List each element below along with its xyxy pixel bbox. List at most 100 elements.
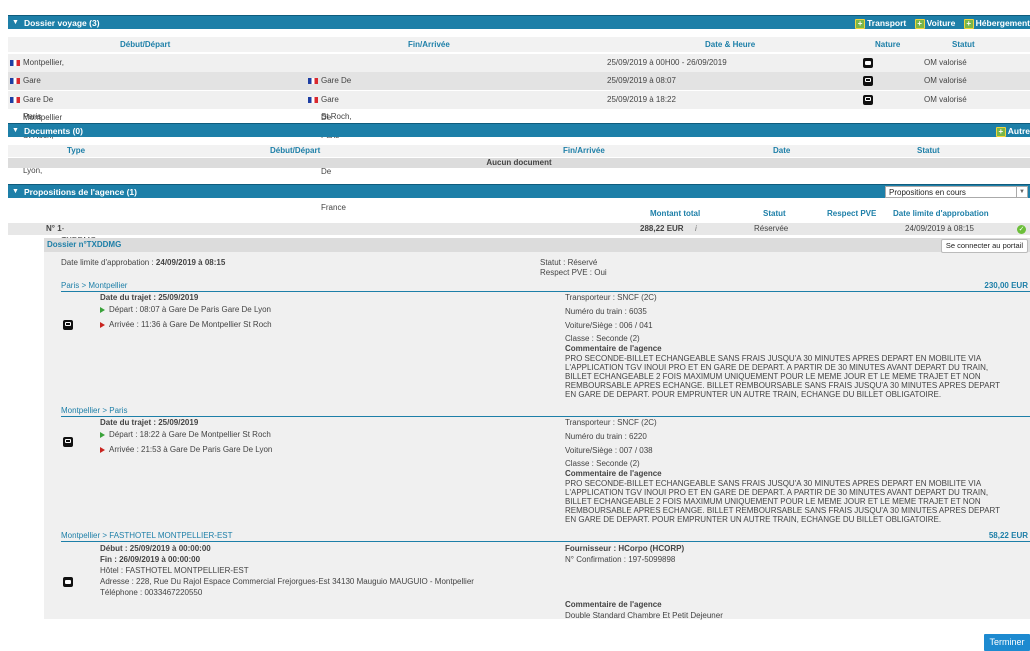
add-voiture-button[interactable]: + Voiture — [909, 18, 955, 29]
dossier-number: Dossier n°TXDDMG — [47, 240, 122, 249]
confirmation-line: N° Confirmation : 197-5099898 — [565, 555, 676, 564]
propositions-header[interactable]: ▼ Propositions de l'agence (1) Propositio… — [8, 184, 1030, 198]
documents-columns: Type Début/Départ Fin/Arrivée Date Statu… — [8, 145, 1030, 157]
add-hebergement-button[interactable]: + Hébergement — [958, 18, 1030, 29]
col-depart: Début/Départ — [270, 146, 321, 155]
cell-date: 25/09/2019 à 08:07 — [607, 76, 676, 85]
documents-header[interactable]: ▼ Documents (0) + Autre — [8, 123, 1030, 137]
transporteur-line: Transporteur : SNCF (2C) — [565, 418, 657, 427]
col-arrivee: Fin/Arrivée — [408, 40, 450, 49]
documents-empty: Aucun document — [8, 158, 1030, 168]
dossier-detail-header: Dossier n°TXDDMG Se connecter au portail — [44, 238, 1030, 253]
cell-statut: OM valorisé — [924, 95, 967, 104]
collapse-triangle-icon[interactable]: ▼ — [12, 16, 19, 30]
terminer-button[interactable]: Terminer — [984, 634, 1030, 651]
agency-comment: Double Standard Chambre Et Petit Dejeune… — [565, 611, 723, 620]
hotel-icon — [63, 577, 73, 587]
plus-icon: + — [914, 18, 925, 29]
train-icon — [63, 437, 73, 447]
comment-title: Commentaire de l'agence — [565, 600, 662, 609]
col-statut: Statut — [763, 209, 786, 218]
flag-green-icon — [100, 431, 105, 438]
flag-red-icon — [100, 446, 105, 453]
voiture-line: Voiture/Siège : 007 / 038 — [565, 446, 653, 455]
dossier-actions: + Transport + Voiture + Hébergement — [849, 16, 1030, 30]
col-date-limite: Date limite d'approbation — [893, 209, 989, 218]
dossier-voyage-title: Dossier voyage (3) — [23, 18, 100, 28]
supplier-line: Fournisseur : HCorpo (HCORP) — [565, 544, 685, 553]
transporteur-line: Transporteur : SNCF (2C) — [565, 293, 657, 302]
agency-comment: PRO SECONDE-BILLET ECHANGEABLE SANS FRAI… — [565, 479, 1000, 524]
arrivee-line: Arrivée : 11:36 à Gare De Montpellier St… — [109, 320, 272, 329]
france-flag-icon — [10, 59, 20, 66]
segment-header: Montpellier > FASTHOTEL MONTPELLIER-EST … — [61, 530, 1030, 542]
segment-route: Montpellier > FASTHOTEL MONTPELLIER-EST — [61, 531, 233, 540]
dossier-columns: Début/Départ Fin/Arrivée Date & Heure Na… — [8, 37, 1030, 52]
hotel-address: Adresse : 228, Rue Du Rajol Espace Comme… — [100, 577, 474, 586]
proposition-number: N° 1 — [46, 224, 62, 233]
col-depart: Début/Départ — [120, 40, 171, 49]
hotel-icon — [863, 58, 873, 68]
proposition-amount: 288,22 EUR — [640, 224, 684, 233]
add-transport-button[interactable]: + Transport — [849, 18, 906, 29]
segment-amount: 58,22 EUR — [988, 531, 1028, 540]
france-flag-icon — [10, 77, 20, 84]
proposition-deadline: 24/09/2019 à 08:15 — [905, 224, 974, 233]
hotel-debut: Début : 25/09/2019 à 00:00:00 — [100, 544, 211, 553]
segment-amount: 230,00 EUR — [984, 281, 1028, 290]
collapse-triangle-icon[interactable]: ▼ — [12, 185, 19, 199]
train-icon — [863, 95, 873, 105]
deadline-line: Date limite d'approbation : 24/09/2019 à… — [61, 258, 226, 267]
col-statut: Statut — [917, 146, 940, 155]
flag-red-icon — [100, 321, 105, 328]
info-icon[interactable]: i — [695, 223, 697, 235]
filter-value: Propositions en cours — [889, 188, 966, 197]
col-date: Date & Heure — [705, 40, 756, 49]
col-montant: Montant total — [650, 209, 701, 218]
segment-route: Paris > Montpellier — [61, 281, 128, 290]
train-icon — [863, 76, 873, 86]
france-flag-icon — [308, 96, 318, 103]
france-flag-icon — [10, 96, 20, 103]
arrivee-line: Arrivée : 21:53 à Gare De Paris Gare De … — [109, 445, 273, 454]
classe-line: Classe : Seconde (2) — [565, 334, 640, 343]
col-respect-pve: Respect PVE — [827, 209, 877, 218]
hotel-name: Hôtel : FASTHOTEL MONTPELLIER-EST — [100, 566, 249, 575]
plus-icon: + — [855, 18, 866, 29]
proposition-status: Réservée — [754, 224, 789, 233]
trip-date: Date du trajet : 25/09/2019 — [100, 418, 199, 427]
comment-title: Commentaire de l'agence — [565, 469, 662, 478]
hotel-phone: Téléphone : 0033467220550 — [100, 588, 203, 597]
portal-login-button[interactable]: Se connecter au portail — [940, 239, 1028, 253]
add-autre-button[interactable]: + Autre — [990, 126, 1030, 137]
proposition-row[interactable]: N° 1 - TXDDMG (1 sur 1) 288,22 EUR i Rés… — [8, 223, 1030, 257]
flag-green-icon — [100, 306, 105, 313]
propositions-filter-select[interactable]: Propositions en cours ▼ — [885, 186, 1028, 198]
check-icon: ✓ — [1017, 225, 1026, 234]
table-row[interactable]: Montpellier, France 25/09/2019 à 00H00 -… — [8, 54, 1030, 85]
plus-icon: + — [995, 126, 1006, 137]
dossier-voyage-header[interactable]: ▼ Dossier voyage (3) + Transport + Voiture … — [8, 15, 1030, 29]
plus-icon: + — [963, 18, 974, 29]
cell-statut: OM valorisé — [924, 76, 967, 85]
table-row[interactable]: Gare De Paris Gare De Lyon, France Gare … — [8, 72, 1030, 193]
documents-actions: + Autre — [990, 124, 1030, 138]
collapse-triangle-icon[interactable]: ▼ — [12, 124, 19, 138]
train-icon — [63, 320, 73, 330]
segment-header: Paris > Montpellier 230,00 EUR — [61, 280, 1030, 292]
chevron-down-icon: ▼ — [1016, 187, 1027, 197]
documents-title: Documents (0) — [23, 126, 83, 136]
pve-line: Respect PVE : Oui — [540, 268, 607, 277]
cell-date: 25/09/2019 à 00H00 - 26/09/2019 — [607, 58, 727, 67]
train-number-line: Numéro du train : 6035 — [565, 307, 647, 316]
voiture-line: Voiture/Siège : 006 / 041 — [565, 321, 653, 330]
france-flag-icon — [308, 77, 318, 84]
col-date: Date — [773, 146, 791, 155]
statut-line: Statut : Réservé — [540, 258, 598, 267]
propositions-title: Propositions de l'agence (1) — [23, 187, 137, 197]
table-row[interactable]: Gare De Montpellier St Roch, France Gare… — [8, 91, 1030, 212]
col-statut: Statut — [952, 40, 975, 49]
col-arrivee: Fin/Arrivée — [563, 146, 605, 155]
cell-date: 25/09/2019 à 18:22 — [607, 95, 676, 104]
comment-title: Commentaire de l'agence — [565, 344, 662, 353]
